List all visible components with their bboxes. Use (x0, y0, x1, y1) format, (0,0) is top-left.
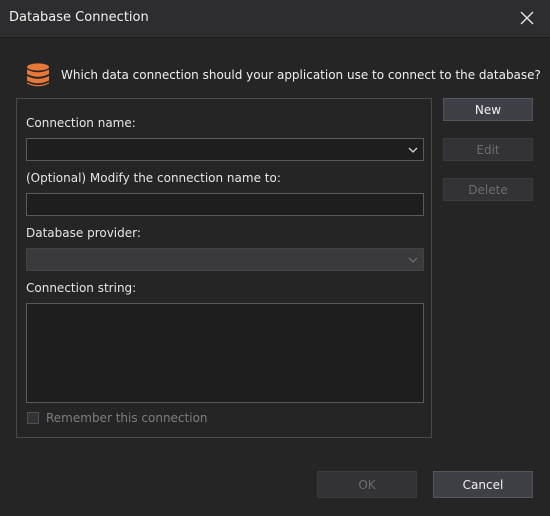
connection-string-textarea[interactable] (26, 303, 424, 403)
connection-name-combobox[interactable] (26, 138, 424, 161)
close-icon (520, 11, 534, 25)
delete-button[interactable]: Delete (443, 178, 533, 201)
remember-connection-checkbox[interactable] (27, 412, 39, 424)
modify-name-label: (Optional) Modify the connection name to… (26, 171, 281, 185)
prompt-row: Which data connection should your applic… (25, 62, 541, 88)
title-bar: Database Connection (0, 0, 550, 38)
connection-name-label: Connection name: (26, 116, 136, 130)
ok-button[interactable]: OK (317, 471, 417, 498)
cancel-button[interactable]: Cancel (433, 471, 533, 498)
edit-button[interactable]: Edit (443, 138, 533, 161)
database-icon (27, 63, 49, 87)
chevron-down-icon (406, 143, 420, 157)
prompt-text: Which data connection should your applic… (61, 68, 541, 82)
connection-string-label: Connection string: (26, 281, 137, 295)
database-provider-combobox[interactable] (26, 248, 424, 271)
new-button[interactable]: New (443, 98, 533, 121)
chevron-down-icon (406, 253, 420, 267)
remember-connection-label: Remember this connection (46, 411, 208, 425)
database-provider-label: Database provider: (26, 226, 141, 240)
window-title: Database Connection (9, 10, 149, 25)
remember-connection-row[interactable]: Remember this connection (27, 411, 208, 425)
close-button[interactable] (512, 4, 542, 32)
modify-name-input[interactable] (26, 193, 424, 216)
